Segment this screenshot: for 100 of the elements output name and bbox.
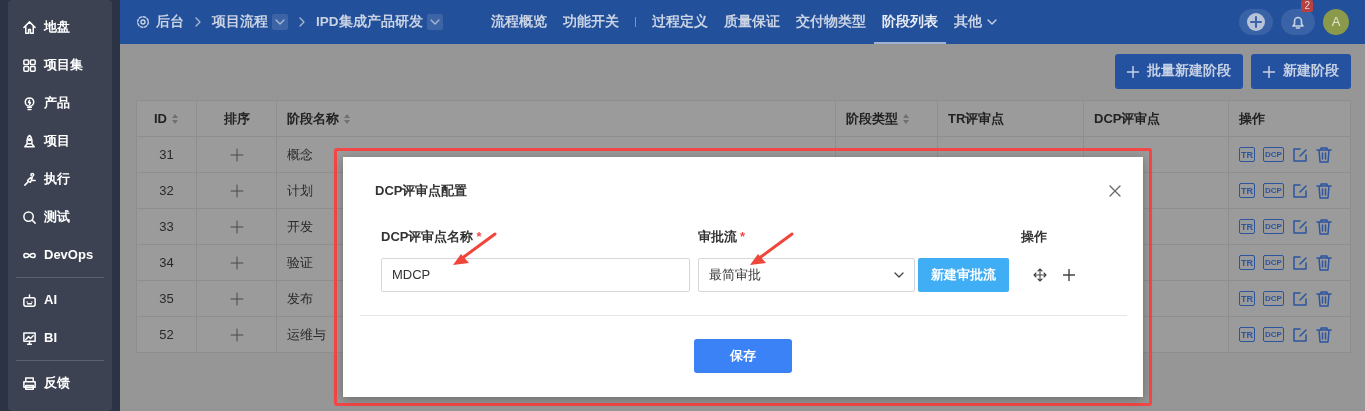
chart-board-icon <box>22 330 37 346</box>
home-icon <box>22 19 37 35</box>
sort-icon <box>343 113 351 126</box>
trash-icon[interactable] <box>1315 218 1332 235</box>
table-cell: 33 <box>159 218 174 234</box>
notification-badge: 2 <box>1301 0 1313 12</box>
toolbar-button[interactable]: 批量新建阶段 <box>1115 54 1243 89</box>
text-input[interactable]: MDCP <box>381 258 690 292</box>
grid-icon <box>22 57 37 73</box>
gear-icon <box>136 15 150 29</box>
tag-icon[interactable]: DCP <box>1263 183 1284 198</box>
notification-button[interactable] <box>1281 9 1315 35</box>
chevron-down-icon <box>894 272 904 278</box>
plus-icon[interactable] <box>1063 269 1075 281</box>
column-header: DCP评审点 <box>1094 110 1161 126</box>
tag-icon[interactable]: DCP <box>1263 291 1284 306</box>
table-cell: 计划 <box>287 182 313 198</box>
nav-tab[interactable]: 过程定义 <box>643 0 716 44</box>
tag-icon[interactable]: TR <box>1239 219 1255 234</box>
tag-icon[interactable]: DCP <box>1263 219 1284 234</box>
nav-tab[interactable]: 流程概览 <box>482 0 555 44</box>
table-cell: 运维与 <box>287 326 326 342</box>
field-label: DCP评审点名称 * <box>381 227 483 246</box>
table-cell: 52 <box>159 326 174 342</box>
trash-icon[interactable] <box>1315 182 1332 199</box>
toolbar-button[interactable]: 新建阶段 <box>1251 54 1351 89</box>
drag-handle-icon <box>229 148 244 163</box>
edit-icon[interactable] <box>1291 326 1308 343</box>
table-cell: 验证 <box>287 254 313 270</box>
tag-icon[interactable]: TR <box>1239 291 1255 306</box>
sidebar-item[interactable]: AI <box>8 281 112 319</box>
table-cell: 概念 <box>287 146 313 162</box>
plus-icon <box>1127 65 1139 78</box>
rocket-icon <box>22 133 37 149</box>
sort-icon <box>902 113 910 126</box>
tag-icon[interactable]: TR <box>1239 147 1255 162</box>
breadcrumb-link[interactable]: 后台 <box>156 11 184 33</box>
table-cell: 31 <box>159 146 174 162</box>
add-button[interactable] <box>1239 9 1273 35</box>
sidebar-item[interactable]: 地盘 <box>8 8 112 46</box>
move-icon[interactable] <box>1033 268 1047 282</box>
nav-tab[interactable]: 交付物类型 <box>787 0 874 44</box>
chevron-down-icon <box>429 19 440 25</box>
table-cell: 34 <box>159 254 174 270</box>
field-label: 操作 <box>1021 227 1048 246</box>
sidebar-item[interactable]: BI <box>8 319 112 357</box>
column-header: 阶段名称 <box>287 110 351 126</box>
column-header: 阶段类型 <box>846 110 910 126</box>
column-header: 排序 <box>223 110 250 126</box>
tag-icon[interactable]: TR <box>1239 183 1255 198</box>
table-cell: 32 <box>159 182 174 198</box>
column-header: ID <box>154 110 179 126</box>
sidebar-item[interactable]: 项目集 <box>8 46 112 84</box>
breadcrumb-link[interactable]: 项目流程 <box>212 11 288 33</box>
tag-icon[interactable]: TR <box>1239 327 1255 342</box>
chevron-down-icon <box>275 19 285 25</box>
nav-tab[interactable]: 质量保证 <box>715 0 788 44</box>
sidebar-item[interactable]: 产品 <box>8 84 112 122</box>
save-button[interactable]: 保存 <box>694 339 792 373</box>
sidebar-item[interactable]: 执行 <box>8 160 112 198</box>
edit-icon[interactable] <box>1291 218 1308 235</box>
sort-icon <box>171 113 179 126</box>
chevron-right-icon <box>194 17 202 27</box>
tag-icon[interactable]: DCP <box>1263 147 1284 162</box>
drag-handle-icon <box>229 256 244 271</box>
table-cell: 发布 <box>287 290 313 306</box>
trash-icon[interactable] <box>1315 254 1332 271</box>
select-field[interactable]: 最简审批 <box>698 258 915 292</box>
sidebar-item[interactable]: 项目 <box>8 122 112 160</box>
edit-icon[interactable] <box>1291 254 1308 271</box>
trash-icon[interactable] <box>1315 146 1332 163</box>
tag-icon[interactable]: TR <box>1239 255 1255 270</box>
printer-icon <box>22 375 37 391</box>
drag-handle-icon <box>229 220 244 235</box>
plus-circle-icon <box>1246 12 1266 32</box>
sidebar-item[interactable]: 测试 <box>8 198 112 236</box>
breadcrumb-link[interactable]: IPD集成产品研发 <box>316 11 443 33</box>
search-icon <box>22 209 37 225</box>
sidebar-item[interactable]: 反馈 <box>8 364 112 402</box>
bell-icon <box>1290 14 1306 30</box>
close-icon[interactable] <box>1109 184 1121 197</box>
trash-icon[interactable] <box>1315 326 1332 343</box>
chevron-down-icon <box>986 19 997 25</box>
edit-icon[interactable] <box>1291 146 1308 163</box>
column-header: 操作 <box>1239 110 1265 126</box>
plus-icon <box>1263 65 1275 78</box>
edit-icon[interactable] <box>1291 182 1308 199</box>
tag-icon[interactable]: DCP <box>1263 255 1284 270</box>
nav-tab[interactable]: 其他 <box>945 0 1005 44</box>
trash-icon[interactable] <box>1315 290 1332 307</box>
sidebar-item[interactable]: DevOps <box>8 236 112 274</box>
table-cell: 开发 <box>287 218 313 234</box>
drag-handle-icon <box>229 184 244 199</box>
field-label: 审批流 * <box>698 227 747 246</box>
tag-icon[interactable]: DCP <box>1263 327 1284 342</box>
table-cell: 35 <box>159 290 174 306</box>
edit-icon[interactable] <box>1291 290 1308 307</box>
lightbulb-icon <box>22 95 37 111</box>
nav-tab[interactable]: 阶段列表 <box>873 0 946 44</box>
nav-tab[interactable]: 功能开关 <box>554 0 627 44</box>
